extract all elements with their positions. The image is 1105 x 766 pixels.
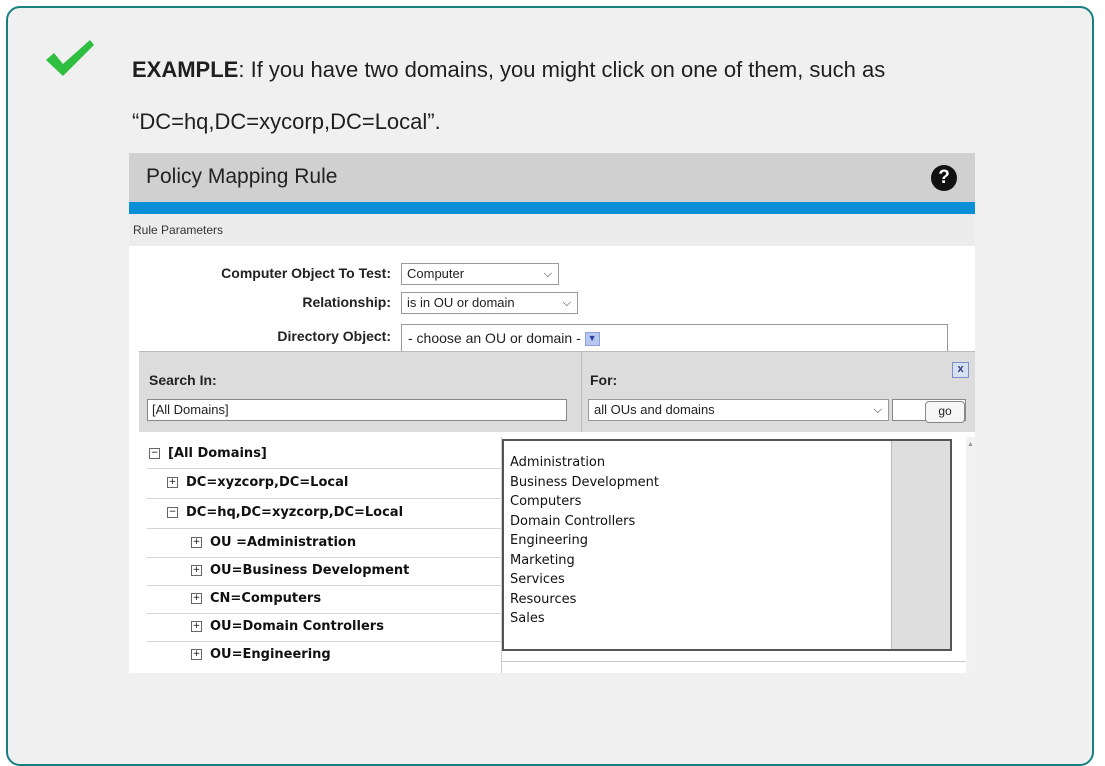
computer-object-select[interactable]: Computer ⌵ <box>401 263 559 285</box>
listbox-scrollbar[interactable] <box>891 441 950 649</box>
directory-object-field[interactable]: - choose an OU or domain - ▼ <box>401 324 948 352</box>
tree-divider <box>147 528 501 529</box>
tree-item[interactable]: + OU=Engineering <box>191 642 331 668</box>
collapse-icon[interactable]: − <box>149 448 160 459</box>
tree-item[interactable]: + OU=Domain Controllers <box>191 614 384 640</box>
chevron-down-icon: ⌵ <box>873 404 882 416</box>
tree-item-label: [All Domains] <box>168 446 267 461</box>
list-item[interactable]: Engineering <box>510 531 659 551</box>
list-item[interactable]: Domain Controllers <box>510 512 659 532</box>
tree-item[interactable]: + OU =Administration <box>191 530 356 556</box>
tree-item-label: OU=Domain Controllers <box>210 619 384 634</box>
expand-icon[interactable]: + <box>167 477 178 488</box>
domain-tree: − [All Domains] + DC=xyzcorp,DC=Local − DC=… <box>139 437 502 673</box>
chevron-down-icon: ⌵ <box>543 268 552 280</box>
expand-icon[interactable]: + <box>191 537 202 548</box>
tree-divider <box>147 468 501 469</box>
relationship-label: Relationship: <box>302 294 391 310</box>
section-title: Rule Parameters <box>133 223 224 237</box>
example-label: EXAMPLE <box>132 57 239 82</box>
dropdown-arrow-icon[interactable]: ▼ <box>584 332 600 347</box>
tree-item[interactable]: − DC=hq,DC=xyzcorp,DC=Local <box>167 500 403 526</box>
tree-item[interactable]: − [All Domains] <box>149 441 267 467</box>
list-item[interactable]: Services <box>510 570 659 590</box>
header-divider <box>581 352 582 432</box>
search-in-label: Search In: <box>149 372 217 388</box>
embedded-screenshot: Policy Mapping Rule ? Rule Parameters Co… <box>129 153 975 673</box>
ou-listbox[interactable]: Administration Business Development Comp… <box>502 439 952 651</box>
tree-item[interactable]: + CN=Computers <box>191 586 321 612</box>
example-sentence: : If you have two domains, you might cli… <box>238 57 886 82</box>
checkmark-icon <box>46 40 94 76</box>
go-button[interactable]: go <box>925 401 965 423</box>
example-text: EXAMPLE: If you have two domains, you mi… <box>132 44 1052 148</box>
list-item[interactable]: Administration <box>510 453 659 473</box>
list-item[interactable]: Marketing <box>510 551 659 571</box>
list-item[interactable]: Business Development <box>510 473 659 493</box>
help-icon[interactable]: ? <box>931 165 957 191</box>
directory-object-value: - choose an OU or domain - <box>408 330 581 346</box>
section-header: Rule Parameters <box>129 214 975 246</box>
directory-object-label: Directory Object: <box>277 328 391 344</box>
search-in-input[interactable]: [All Domains] <box>147 399 567 421</box>
tree-item[interactable]: + DC=xyzcorp,DC=Local <box>167 470 348 496</box>
divider <box>502 661 966 662</box>
expand-icon[interactable]: + <box>191 565 202 576</box>
list-item[interactable]: Computers <box>510 492 659 512</box>
expand-icon[interactable]: + <box>191 649 202 660</box>
window-title: Policy Mapping Rule <box>146 165 338 188</box>
tree-item-label: DC=xyzcorp,DC=Local <box>186 475 349 490</box>
computer-object-value: Computer <box>407 266 465 281</box>
computer-object-label: Computer Object To Test: <box>221 265 391 281</box>
tree-divider <box>147 498 501 499</box>
list-item[interactable]: Sales <box>510 609 659 629</box>
ou-list: Administration Business Development Comp… <box>510 453 659 629</box>
example-sentence-2: “DC=hq,DC=xycorp,DC=Local”. <box>132 109 441 134</box>
tree-item-label: DC=hq,DC=xyzcorp,DC=Local <box>186 505 404 520</box>
scroll-up-icon[interactable]: ▲ <box>967 441 974 448</box>
picker-header: Search In: [All Domains] For: all OUs an… <box>139 351 975 432</box>
title-bar: Policy Mapping Rule ? <box>129 153 975 202</box>
tree-item[interactable]: + OU=Business Development <box>191 558 409 584</box>
ou-picker-panel: Search In: [All Domains] For: all OUs an… <box>139 351 975 673</box>
accent-bar <box>129 202 975 214</box>
list-item[interactable]: Resources <box>510 590 659 610</box>
for-value: all OUs and domains <box>594 402 715 417</box>
relationship-select[interactable]: is in OU or domain ⌵ <box>401 292 578 314</box>
expand-icon[interactable]: + <box>191 621 202 632</box>
tree-item-label: OU =Administration <box>210 535 357 550</box>
expand-icon[interactable]: + <box>191 593 202 604</box>
relationship-value: is in OU or domain <box>407 295 515 310</box>
close-icon[interactable]: x <box>952 362 969 378</box>
for-select[interactable]: all OUs and domains ⌵ <box>588 399 889 421</box>
tree-item-label: OU=Business Development <box>210 563 410 578</box>
chevron-down-icon: ⌵ <box>562 297 571 309</box>
tree-item-label: OU=Engineering <box>210 647 331 662</box>
tree-item-label: CN=Computers <box>210 591 322 606</box>
for-label: For: <box>590 372 618 388</box>
collapse-icon[interactable]: − <box>167 507 178 518</box>
panel-scrollbar[interactable]: ▲ <box>966 437 975 673</box>
